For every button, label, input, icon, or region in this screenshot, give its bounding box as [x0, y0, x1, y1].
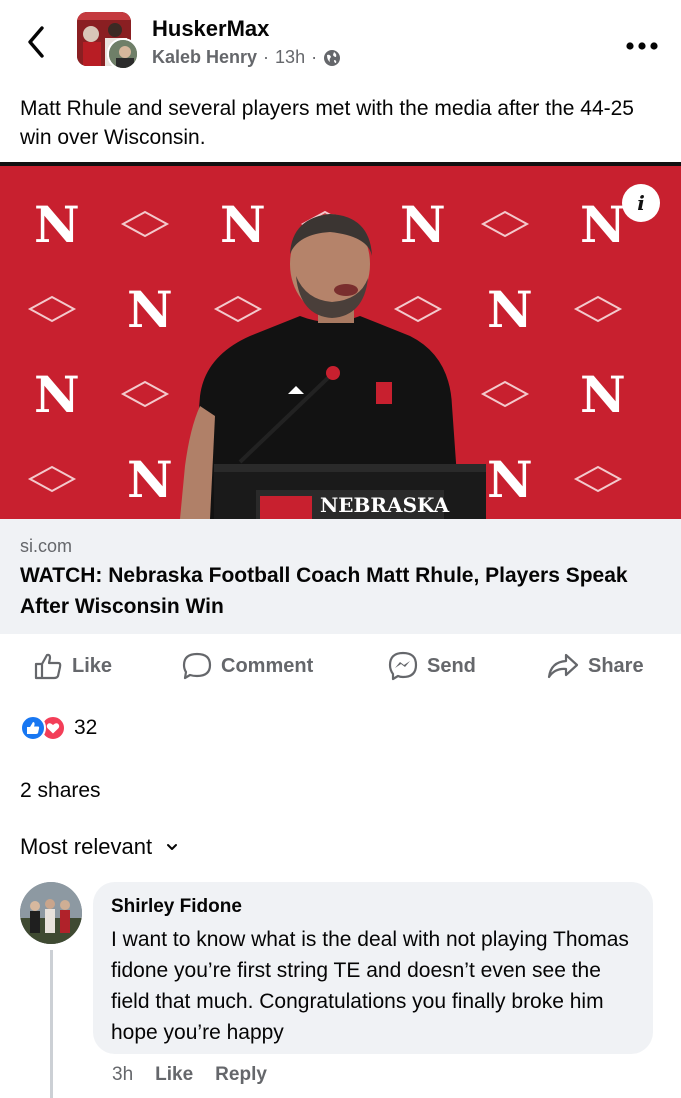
backdrop-n-logo: N: [580, 365, 626, 424]
send-button[interactable]: Send: [387, 645, 476, 687]
backdrop-n-logo: N: [34, 195, 80, 254]
back-button[interactable]: [20, 22, 54, 62]
page-name[interactable]: HuskerMax: [152, 16, 269, 42]
sort-label: Most relevant: [20, 834, 153, 859]
reaction-summary[interactable]: 32: [20, 714, 97, 742]
ellipsis-icon: [626, 42, 658, 50]
comment-label: Comment: [221, 654, 314, 677]
comment-bubble-icon: [182, 652, 212, 680]
podium-text: NEBRASKA: [320, 493, 450, 517]
link-preview-image[interactable]: NNNNNNNNNN NEBRASKA i: [0, 162, 681, 519]
backdrop-n-logo: N: [127, 450, 173, 509]
like-button[interactable]: Like: [32, 645, 112, 687]
backdrop-n-logo: N: [400, 195, 446, 254]
post-header: HuskerMax Kaleb Henry · 13h ·: [0, 0, 681, 86]
backdrop-n-logo: N: [220, 195, 266, 254]
more-options-button[interactable]: [625, 38, 659, 50]
comment-reply-button[interactable]: Reply: [215, 1064, 267, 1086]
post-time[interactable]: 13h: [275, 47, 305, 68]
thumbs-up-icon: [34, 653, 62, 680]
link-preview-card[interactable]: NNNNNNNNNN NEBRASKA i si.com WATCH: Nebr…: [0, 162, 681, 634]
chevron-left-icon: [28, 26, 44, 58]
backdrop-n-logo: N: [487, 450, 533, 509]
share-button[interactable]: Share: [546, 645, 644, 687]
backdrop-n-logo: N: [34, 365, 80, 424]
link-title[interactable]: WATCH: Nebraska Football Coach Matt Rhul…: [20, 560, 660, 622]
post-text: Matt Rhule and several players met with …: [20, 97, 634, 149]
comment-time[interactable]: 3h: [112, 1064, 133, 1086]
share-label: Share: [588, 654, 644, 677]
backdrop-n-logo: N: [127, 280, 173, 339]
comment-thread-line: [50, 950, 53, 1098]
author-avatar[interactable]: [107, 38, 139, 70]
post-action-bar: Like Comment Send Share: [0, 645, 681, 687]
link-domain: si.com: [20, 536, 73, 556]
commenter-avatar[interactable]: [20, 882, 82, 944]
share-count[interactable]: 2 shares: [20, 779, 101, 803]
info-icon[interactable]: i: [622, 184, 660, 222]
post-meta: Kaleb Henry · 13h ·: [152, 47, 341, 68]
comment-button[interactable]: Comment: [181, 645, 313, 687]
comments-sort-dropdown[interactable]: Most relevant: [20, 834, 178, 860]
meta-separator: ·: [263, 47, 270, 67]
share-arrow-icon: [547, 653, 579, 679]
backdrop-n-logo: N: [487, 280, 533, 339]
comment-meta: 3h Like Reply: [112, 1064, 267, 1086]
page-avatar-group[interactable]: [77, 12, 139, 70]
backdrop-n-logo: N: [580, 195, 626, 254]
messenger-icon: [388, 651, 418, 681]
comment-author[interactable]: Shirley Fidone: [111, 896, 242, 918]
comment-text: I want to know what is the deal with not…: [111, 928, 629, 1044]
globe-icon: [324, 49, 341, 66]
comment-like-button[interactable]: Like: [155, 1064, 193, 1086]
like-reaction-icon: [20, 715, 46, 741]
like-label: Like: [72, 654, 113, 677]
meta-separator: ·: [311, 47, 318, 67]
author-name[interactable]: Kaleb Henry: [152, 47, 257, 68]
chevron-down-icon: [167, 844, 178, 850]
comment-bubble[interactable]: Shirley Fidone I want to know what is th…: [93, 882, 653, 1054]
reaction-count: 32: [74, 716, 98, 739]
send-label: Send: [427, 654, 476, 677]
press-conference-photo: N N N NN NN NN N NEBRASKA: [0, 166, 681, 519]
